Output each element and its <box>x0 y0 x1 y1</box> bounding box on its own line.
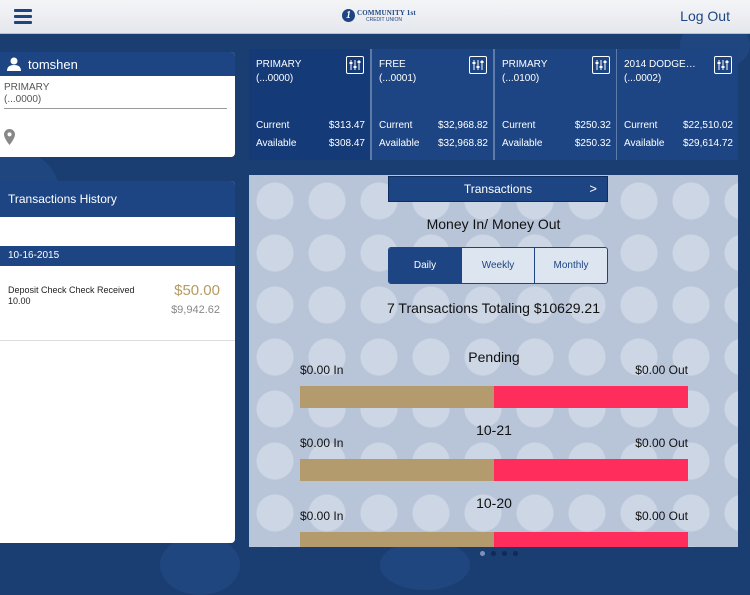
adjust-sliders-icon[interactable] <box>714 56 732 74</box>
current-label: Current <box>624 120 658 131</box>
transactions-history-panel: Transactions History 10-16-2015 Deposit … <box>0 181 235 543</box>
money-in-label: $0.00 In <box>300 363 344 377</box>
available-balance: $308.47 <box>328 138 365 149</box>
money-in-label: $0.00 In <box>300 436 344 450</box>
current-label: Current <box>379 120 413 131</box>
available-label: Available <box>379 138 420 149</box>
account-name: FREE <box>379 59 406 70</box>
background-bubble <box>380 540 470 590</box>
transaction-description: Deposit Check Check Received 10.00 <box>8 285 135 306</box>
account-number: (...0000) <box>256 73 294 84</box>
account-number: (...0002) <box>624 73 662 84</box>
available-label: Available <box>624 138 665 149</box>
money-out-bar <box>494 459 688 481</box>
available-label: Available <box>256 138 297 149</box>
money-out-label: $0.00 Out <box>635 436 688 450</box>
money-in-out-title: Money In/ Money Out <box>426 216 561 232</box>
available-balance: $32,968.82 <box>437 138 488 149</box>
account-card[interactable]: PRIMARY (...0000) Current $313.47 Availabl… <box>249 49 370 160</box>
tab-daily[interactable]: Daily <box>389 248 461 283</box>
account-name: PRIMARY <box>502 59 548 70</box>
money-in-bar <box>300 459 494 481</box>
current-label: Current <box>256 120 290 131</box>
money-group: Pending $0.00 In $0.00 Out <box>300 349 688 419</box>
menu-icon[interactable] <box>14 9 32 24</box>
period-segmented-control: Daily Weekly Monthly <box>388 247 608 284</box>
money-out-label: $0.00 Out <box>635 363 688 377</box>
money-in-bar <box>300 386 494 408</box>
adjust-sliders-icon[interactable] <box>469 56 487 74</box>
current-balance: $313.47 <box>328 120 365 131</box>
selected-account-number: (...0000) <box>4 94 42 105</box>
user-header: tomshen <box>0 52 235 76</box>
logout-button[interactable]: Log Out <box>680 8 730 24</box>
money-group: 10-20 $0.00 In $0.00 Out <box>300 495 688 547</box>
logo-line1: COMMUNITY 1st <box>357 9 416 17</box>
selected-account-name: PRIMARY <box>4 82 50 93</box>
group-label: 10-21 <box>476 422 512 438</box>
account-name: 2014 DODGE… <box>624 59 696 70</box>
tab-weekly[interactable]: Weekly <box>461 248 534 283</box>
account-number: (...0100) <box>502 73 540 84</box>
history-date-header: 10-16-2015 <box>0 246 235 266</box>
transaction-balance: $9,942.62 <box>171 304 220 316</box>
account-number: (...0001) <box>379 73 417 84</box>
available-balance: $29,614.72 <box>682 138 733 149</box>
transactions-button[interactable]: Transactions > <box>388 176 608 202</box>
adjust-sliders-icon[interactable] <box>346 56 364 74</box>
money-in-bar <box>300 532 494 547</box>
page-dot[interactable] <box>502 551 507 556</box>
transactions-total: 7 Transactions Totaling $10629.21 <box>386 300 600 316</box>
money-in-out-panel: Transactions > Money In/ Money Out Daily… <box>249 175 738 547</box>
account-card[interactable]: PRIMARY (...0100) Current $250.32 Availabl… <box>495 49 616 160</box>
page-indicator[interactable] <box>480 551 518 556</box>
group-label: 10-20 <box>476 495 512 511</box>
transactions-button-label: Transactions <box>463 182 533 196</box>
money-bar <box>300 459 688 481</box>
logo-line2: CREDIT UNION <box>366 17 403 23</box>
available-balance: $250.32 <box>574 138 611 149</box>
adjust-sliders-icon[interactable] <box>592 56 610 74</box>
current-balance: $32,968.82 <box>437 120 488 131</box>
top-bar: 1 COMMUNITY 1st CREDIT UNION Log Out <box>0 0 750 34</box>
page-dot[interactable] <box>491 551 496 556</box>
chevron-right-icon: > <box>589 181 597 196</box>
money-out-label: $0.00 Out <box>635 509 688 523</box>
money-bar <box>300 386 688 408</box>
location-pin-icon[interactable] <box>4 129 15 150</box>
background-bubble <box>160 535 240 595</box>
tab-monthly[interactable]: Monthly <box>534 248 607 283</box>
user-panel: tomshen PRIMARY (...0000) <box>0 52 235 157</box>
transaction-row[interactable]: Deposit Check Check Received 10.00 $50.0… <box>0 266 235 341</box>
account-name: PRIMARY <box>256 59 302 70</box>
money-bar <box>300 532 688 547</box>
current-balance: $250.32 <box>574 120 611 131</box>
account-card[interactable]: FREE (...0001) Current $32,968.82 Availabl… <box>372 49 493 160</box>
money-group: 10-21 $0.00 In $0.00 Out <box>300 422 688 492</box>
account-card[interactable]: 2014 DODGE… (...0002) Current $22,510.02 A… <box>617 49 738 160</box>
current-label: Current <box>502 120 536 131</box>
transaction-amount: $50.00 <box>174 282 220 299</box>
page-dot[interactable] <box>513 551 518 556</box>
money-out-bar <box>494 532 688 547</box>
current-balance: $22,510.02 <box>682 120 733 131</box>
username-label: tomshen <box>28 56 78 72</box>
user-icon <box>0 57 28 71</box>
money-out-bar <box>494 386 688 408</box>
page-dot[interactable] <box>480 551 485 556</box>
group-label: Pending <box>468 349 520 365</box>
available-label: Available <box>502 138 543 149</box>
history-title: Transactions History <box>0 181 235 217</box>
logo-mark-icon: 1 <box>342 9 355 22</box>
account-selector[interactable]: PRIMARY (...0000) <box>4 82 227 109</box>
money-in-label: $0.00 In <box>300 509 344 523</box>
app-logo: 1 COMMUNITY 1st CREDIT UNION <box>342 8 416 24</box>
